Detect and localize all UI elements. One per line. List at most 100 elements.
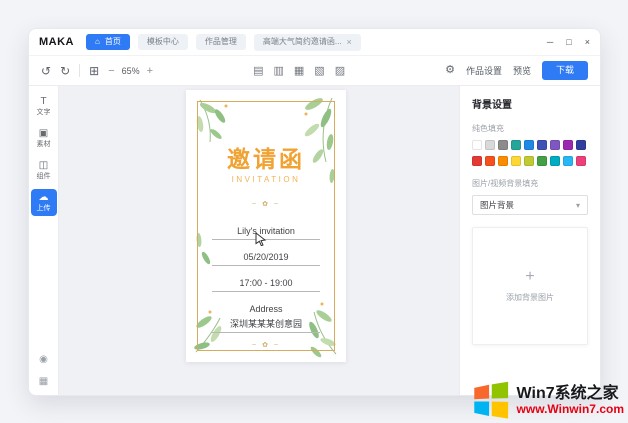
watermark-site-url: www.Winwin7.com xyxy=(517,403,624,416)
ornament-bottom: ~ ✿ ~ xyxy=(252,342,280,350)
align-tools: ▤ ▥ ▦ ▧ ▨ xyxy=(253,64,345,77)
card-title[interactable]: 邀请函 xyxy=(227,146,305,173)
sidebar-item-text-label: 文字 xyxy=(37,109,51,117)
image-fill-label: 图片/视频背景填充 xyxy=(472,178,588,189)
shortcuts-icon[interactable]: ▦ xyxy=(39,376,48,387)
card-address-label[interactable]: Address xyxy=(249,304,282,315)
align-center-icon[interactable]: ▥ xyxy=(273,64,283,77)
tab-document[interactable]: 高端大气简约邀请函... × xyxy=(254,34,361,51)
work-settings-button[interactable]: 作品设置 xyxy=(466,64,502,77)
color-swatch[interactable] xyxy=(563,156,573,166)
card-content: 邀请函 INVITATION ~ ✿ ~ Lily's invitation 0… xyxy=(186,90,346,362)
settings-icon[interactable]: ⚙ xyxy=(445,65,455,76)
background-type-select[interactable]: 图片背景 ▾ xyxy=(472,195,588,215)
tab-document-label: 高端大气简约邀请函... xyxy=(263,38,342,46)
tab-close-icon[interactable]: × xyxy=(347,38,352,47)
text-tool-icon: T xyxy=(40,97,46,107)
color-swatch[interactable] xyxy=(472,156,482,166)
color-swatch[interactable] xyxy=(524,156,534,166)
zoom-in-button[interactable]: + xyxy=(147,65,153,77)
sidebar-item-components-label: 组件 xyxy=(37,173,51,181)
add-background-image-label: 添加背景图片 xyxy=(506,292,554,303)
tab-template-center[interactable]: 模板中心 xyxy=(138,34,188,50)
watermark-site-name: Win7系统之家 xyxy=(517,385,619,402)
layout-grid-icon[interactable]: ⊞ xyxy=(89,65,99,77)
windows-logo-icon xyxy=(472,381,510,419)
color-swatch[interactable] xyxy=(550,140,560,150)
color-swatch[interactable] xyxy=(485,156,495,166)
background-settings-panel: 背景设置 纯色填充 图片/视频背景填充 图片背景 ▾ + 添加背景图片 xyxy=(459,86,600,395)
color-swatch[interactable] xyxy=(511,140,521,150)
close-button[interactable]: × xyxy=(585,37,590,47)
sidebar-item-assets[interactable]: ▣ 素材 xyxy=(31,125,57,152)
solid-fill-label: 纯色填充 xyxy=(472,123,588,134)
zoom-level: 65% xyxy=(122,66,140,76)
invitation-card[interactable]: 邀请函 INVITATION ~ ✿ ~ Lily's invitation 0… xyxy=(186,90,346,362)
color-swatch[interactable] xyxy=(511,156,521,166)
sidebar-item-assets-label: 素材 xyxy=(37,141,51,149)
card-date-line[interactable]: 05/20/2019 xyxy=(212,251,320,266)
download-button[interactable]: 下载 xyxy=(542,61,588,80)
redo-icon[interactable]: ↻ xyxy=(60,65,70,77)
card-subtitle[interactable]: INVITATION xyxy=(232,175,301,185)
toolbar-right: ⚙ 作品设置 预览 下载 xyxy=(445,61,588,80)
card-time-line[interactable]: 17:00 - 19:00 xyxy=(212,277,320,292)
tab-work-manage[interactable]: 作品管理 xyxy=(196,34,246,50)
tab-work-manage-label: 作品管理 xyxy=(205,38,237,46)
ornament-top: ~ ✿ ~ xyxy=(252,201,280,209)
color-swatch[interactable] xyxy=(498,140,508,150)
color-swatch[interactable] xyxy=(537,156,547,166)
card-address-line[interactable]: 深圳某某某创意园 xyxy=(212,318,320,333)
sidebar-bottom: ◉ ▦ xyxy=(39,354,48,390)
align-right-icon[interactable]: ▦ xyxy=(294,64,304,77)
color-swatch[interactable] xyxy=(550,156,560,166)
home-icon: ⌂ xyxy=(95,38,100,46)
color-swatch[interactable] xyxy=(524,140,534,150)
watermark-text: Win7系统之家 www.Winwin7.com xyxy=(517,385,624,416)
distribute-horizontal-icon[interactable]: ▧ xyxy=(314,64,324,77)
maximize-button[interactable]: □ xyxy=(566,37,571,47)
color-swatch[interactable] xyxy=(576,140,586,150)
undo-icon[interactable]: ↺ xyxy=(41,65,51,77)
background-type-value: 图片背景 xyxy=(480,199,514,211)
titlebar: MAKA ⌂ 首页 模板中心 作品管理 高端大气简约邀请函... × ─ □ × xyxy=(29,29,600,56)
color-swatch[interactable] xyxy=(472,140,482,150)
chevron-down-icon: ▾ xyxy=(576,201,580,210)
toolbar: ↺ ↻ ⊞ − 65% + ▤ ▥ ▦ ▧ ▨ ⚙ 作品设置 预览 下载 xyxy=(29,56,600,86)
canvas[interactable]: 邀请函 INVITATION ~ ✿ ~ Lily's invitation 0… xyxy=(59,86,459,395)
panel-title: 背景设置 xyxy=(472,96,588,111)
tab-home[interactable]: ⌂ 首页 xyxy=(86,34,130,50)
color-swatch[interactable] xyxy=(537,140,547,150)
sidebar-item-upload-label: 上传 xyxy=(37,205,51,213)
color-swatch[interactable] xyxy=(576,156,586,166)
components-tool-icon: ◫ xyxy=(39,161,48,171)
zoom-control: − 65% + xyxy=(108,65,153,77)
distribute-vertical-icon[interactable]: ▨ xyxy=(335,64,345,77)
plus-icon: + xyxy=(525,269,534,285)
color-swatch[interactable] xyxy=(498,156,508,166)
align-left-icon[interactable]: ▤ xyxy=(253,64,263,77)
customer-service-icon[interactable]: ◉ xyxy=(39,354,48,365)
color-swatch-row-1 xyxy=(472,140,588,150)
upload-cloud-icon: ☁ xyxy=(39,193,49,203)
watermark: Win7系统之家 www.Winwin7.com xyxy=(472,381,624,419)
sidebar: T 文字 ▣ 素材 ◫ 组件 ☁ 上传 ◉ ▦ xyxy=(29,86,59,395)
sidebar-item-components[interactable]: ◫ 组件 xyxy=(31,157,57,184)
color-swatch[interactable] xyxy=(563,140,573,150)
color-swatch-row-2 xyxy=(472,156,588,166)
sidebar-item-upload[interactable]: ☁ 上传 xyxy=(31,189,57,216)
tab-home-label: 首页 xyxy=(105,38,121,46)
minimize-button[interactable]: ─ xyxy=(547,37,553,47)
add-background-image-button[interactable]: + 添加背景图片 xyxy=(472,227,588,345)
zoom-out-button[interactable]: − xyxy=(108,65,114,77)
mouse-cursor-icon xyxy=(255,232,267,246)
maka-logo: MAKA xyxy=(39,36,74,48)
app-body: T 文字 ▣ 素材 ◫ 组件 ☁ 上传 ◉ ▦ xyxy=(29,86,600,395)
color-swatch[interactable] xyxy=(485,140,495,150)
tab-template-center-label: 模板中心 xyxy=(147,38,179,46)
sidebar-item-text[interactable]: T 文字 xyxy=(31,93,57,120)
window-controls: ─ □ × xyxy=(547,37,590,47)
assets-tool-icon: ▣ xyxy=(39,129,48,139)
toolbar-divider xyxy=(79,64,80,77)
preview-button[interactable]: 预览 xyxy=(513,64,531,77)
